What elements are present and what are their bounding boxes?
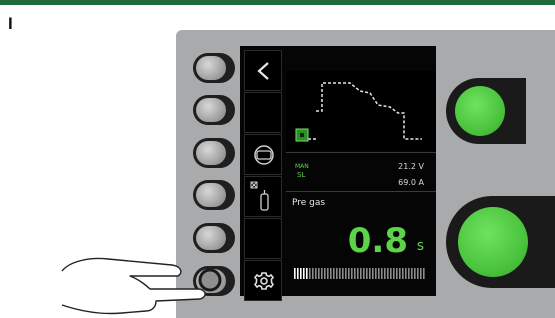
parameter-level-bar	[294, 268, 425, 279]
top-knob[interactable]	[455, 86, 505, 136]
level-tick	[348, 268, 350, 279]
mode-indicator-icon: MAN SL	[295, 163, 309, 179]
level-tick	[312, 268, 314, 279]
level-tick	[372, 268, 374, 279]
level-tick	[369, 268, 371, 279]
level-tick	[336, 268, 338, 279]
wire-spool-icon	[254, 145, 274, 165]
level-tick	[393, 268, 395, 279]
level-tick	[315, 268, 317, 279]
menu-cell-empty-2	[244, 218, 282, 259]
menu-cell-back[interactable]	[244, 50, 282, 91]
figure-label: I	[8, 14, 13, 33]
level-tick	[300, 268, 302, 279]
level-tick	[384, 268, 386, 279]
level-tick	[303, 268, 305, 279]
header-bar	[0, 0, 555, 5]
back-chevron-icon	[257, 62, 269, 80]
settings-gear-icon	[253, 272, 275, 290]
mode-text-top: MAN	[295, 163, 309, 170]
level-tick	[351, 268, 353, 279]
level-tick	[411, 268, 413, 279]
side-button-2[interactable]	[193, 95, 235, 125]
level-tick	[387, 268, 389, 279]
level-tick	[327, 268, 329, 279]
current-readout: 69.0 A	[398, 178, 424, 187]
menu-cell-gas[interactable]	[244, 176, 282, 217]
parameter-label: Pre gas	[292, 198, 326, 208]
mode-text-bottom: SL	[297, 171, 305, 179]
main-display: MAN SL 21.2 V 69.0 A Pre gas 0.8 s	[286, 46, 436, 296]
voltage-readout: 21.2 V	[398, 162, 424, 171]
level-tick	[324, 268, 326, 279]
level-tick	[360, 268, 362, 279]
level-tick	[366, 268, 368, 279]
level-tick	[339, 268, 341, 279]
parameter-unit: s	[416, 238, 424, 254]
level-tick	[414, 268, 416, 279]
level-tick	[309, 268, 311, 279]
level-tick	[357, 268, 359, 279]
level-tick	[408, 268, 410, 279]
level-tick	[378, 268, 380, 279]
menu-cell-settings[interactable]	[244, 260, 282, 301]
bottom-knob[interactable]	[458, 207, 528, 277]
level-tick	[420, 268, 422, 279]
side-button-4[interactable]	[193, 180, 235, 210]
level-tick	[321, 268, 323, 279]
display-screen: MAN SL 21.2 V 69.0 A Pre gas 0.8 s	[240, 46, 436, 301]
level-tick	[381, 268, 383, 279]
level-tick	[417, 268, 419, 279]
level-tick	[297, 268, 299, 279]
level-tick	[294, 268, 296, 279]
gas-bottle-icon	[250, 181, 269, 211]
pointing-hand-illustration	[61, 257, 222, 315]
level-tick	[375, 268, 377, 279]
menu-cell-empty-1	[244, 92, 282, 133]
level-tick	[402, 268, 404, 279]
level-tick	[423, 268, 425, 279]
process-graph	[286, 71, 436, 151]
level-tick	[318, 268, 320, 279]
level-tick	[396, 268, 398, 279]
side-button-3[interactable]	[193, 138, 235, 168]
level-tick	[345, 268, 347, 279]
graph-divider	[286, 152, 436, 153]
level-tick	[342, 268, 344, 279]
level-tick	[354, 268, 356, 279]
menu-cell-wire[interactable]	[244, 134, 282, 175]
level-tick	[399, 268, 401, 279]
parameter-value: 0.8	[347, 221, 408, 261]
side-button-1[interactable]	[193, 53, 235, 83]
readout-divider	[286, 191, 436, 192]
level-tick	[390, 268, 392, 279]
level-tick	[405, 268, 407, 279]
level-tick	[363, 268, 365, 279]
level-tick	[306, 268, 308, 279]
level-tick	[330, 268, 332, 279]
level-tick	[333, 268, 335, 279]
